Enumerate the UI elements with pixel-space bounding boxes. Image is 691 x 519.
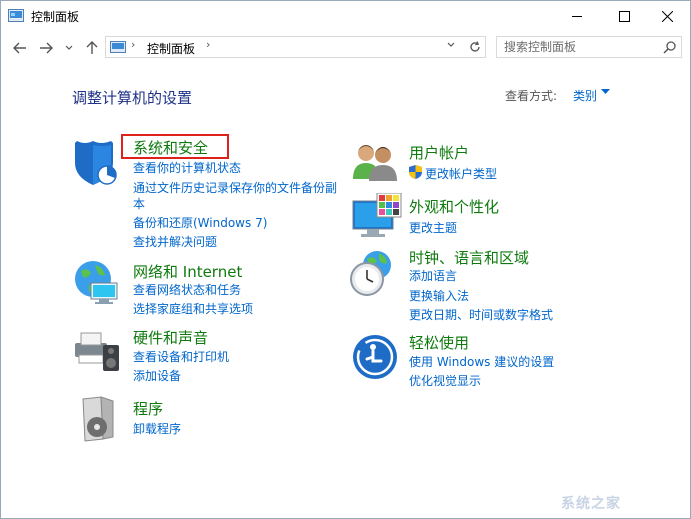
- category-title[interactable]: 外观和个性化: [409, 196, 499, 217]
- address-dropdown-button[interactable]: [447, 40, 455, 51]
- category-title[interactable]: 网络和 Internet: [133, 261, 242, 282]
- control-panel-icon: [8, 9, 24, 22]
- category-title[interactable]: 轻松使用: [409, 332, 469, 353]
- view-by-label: 查看方式:: [505, 89, 558, 103]
- link-uninstall-program[interactable]: 卸载程序: [133, 420, 181, 437]
- category-title[interactable]: 时钟、语言和区域: [409, 247, 529, 268]
- ease-of-access-icon: [353, 335, 397, 379]
- minimize-icon: [571, 15, 582, 17]
- back-arrow-icon: [13, 42, 26, 54]
- link-view-computer-status[interactable]: 查看你的计算机状态: [133, 159, 241, 176]
- recent-locations-button[interactable]: [63, 39, 75, 57]
- user-accounts-icon: [353, 145, 397, 181]
- navigation-bar: › 控制面板 ›: [1, 31, 690, 65]
- caret-down-icon: [601, 89, 610, 94]
- watermark: 系统之家: [561, 496, 621, 512]
- back-button[interactable]: [11, 39, 29, 57]
- view-by-dropdown[interactable]: 类别: [573, 87, 597, 104]
- title-bar: 控制面板: [1, 1, 690, 31]
- up-arrow-icon: [86, 41, 98, 54]
- breadcrumb-separator[interactable]: ›: [206, 38, 210, 51]
- uac-shield-icon: [409, 165, 422, 179]
- forward-button[interactable]: [37, 39, 55, 57]
- chevron-down-icon: [65, 45, 73, 50]
- chevron-down-icon: [447, 42, 455, 47]
- link-homegroup-sharing[interactable]: 选择家庭组和共享选项: [133, 300, 253, 317]
- link-add-language[interactable]: 添加语言: [409, 267, 457, 284]
- breadcrumb-control-panel[interactable]: 控制面板: [147, 40, 195, 57]
- category-title[interactable]: 用户帐户: [409, 142, 469, 163]
- close-button[interactable]: [644, 1, 690, 31]
- link-change-theme[interactable]: 更改主题: [409, 219, 457, 236]
- network-globe-icon: [75, 261, 118, 304]
- search-icon[interactable]: [663, 40, 677, 54]
- search-box[interactable]: [496, 36, 682, 58]
- category-title[interactable]: 硬件和声音: [133, 327, 208, 348]
- link-file-history-backup[interactable]: 通过文件历史记录保存你的文件备份副: [133, 179, 337, 196]
- search-input[interactable]: [497, 37, 664, 57]
- up-button[interactable]: [83, 39, 101, 57]
- forward-arrow-icon: [40, 42, 53, 54]
- printer-speaker-icon: [75, 332, 119, 371]
- category-title[interactable]: 程序: [133, 398, 163, 419]
- refresh-button[interactable]: [466, 38, 484, 56]
- refresh-icon: [470, 41, 480, 52]
- link-troubleshoot[interactable]: 查找并解决问题: [133, 233, 217, 250]
- address-bar[interactable]: › 控制面板 ›: [105, 36, 486, 58]
- programs-box-icon: [82, 396, 114, 442]
- link-network-status[interactable]: 查看网络状态和任务: [133, 281, 241, 298]
- control-panel-window: 控制面板 › 控制面板 › 搜索控制面板 调整计算机的设置 查看方式: 类别 系…: [0, 0, 691, 519]
- category-title[interactable]: 系统和安全: [133, 137, 208, 158]
- link-backup-restore[interactable]: 备份和还原(Windows 7): [133, 214, 267, 231]
- link-change-account-type[interactable]: 更改帐户类型: [425, 165, 497, 182]
- link-optimize-visual-display[interactable]: 优化视觉显示: [409, 372, 481, 389]
- security-shield-icon: [75, 141, 117, 185]
- link-add-device[interactable]: 添加设备: [133, 367, 181, 384]
- page-title: 调整计算机的设置: [72, 89, 193, 107]
- maximize-button[interactable]: [601, 1, 647, 31]
- control-panel-icon: [110, 41, 126, 53]
- close-icon: [661, 10, 673, 22]
- view-by-dropdown-icon[interactable]: [601, 88, 610, 98]
- breadcrumb-separator: ›: [131, 38, 136, 51]
- link-devices-printers[interactable]: 查看设备和打印机: [133, 348, 229, 365]
- clock-globe-icon: [350, 251, 391, 296]
- appearance-monitor-icon: [352, 193, 402, 237]
- link-change-date-time-format[interactable]: 更改日期、时间或数字格式: [409, 306, 553, 323]
- minimize-button[interactable]: [554, 1, 600, 31]
- link-recommended-settings[interactable]: 使用 Windows 建议的设置: [409, 353, 554, 370]
- window-title: 控制面板: [31, 10, 80, 24]
- link-file-history-backup-cont[interactable]: 本: [133, 195, 145, 212]
- maximize-icon: [618, 10, 630, 22]
- link-change-input-method[interactable]: 更换输入法: [409, 287, 469, 304]
